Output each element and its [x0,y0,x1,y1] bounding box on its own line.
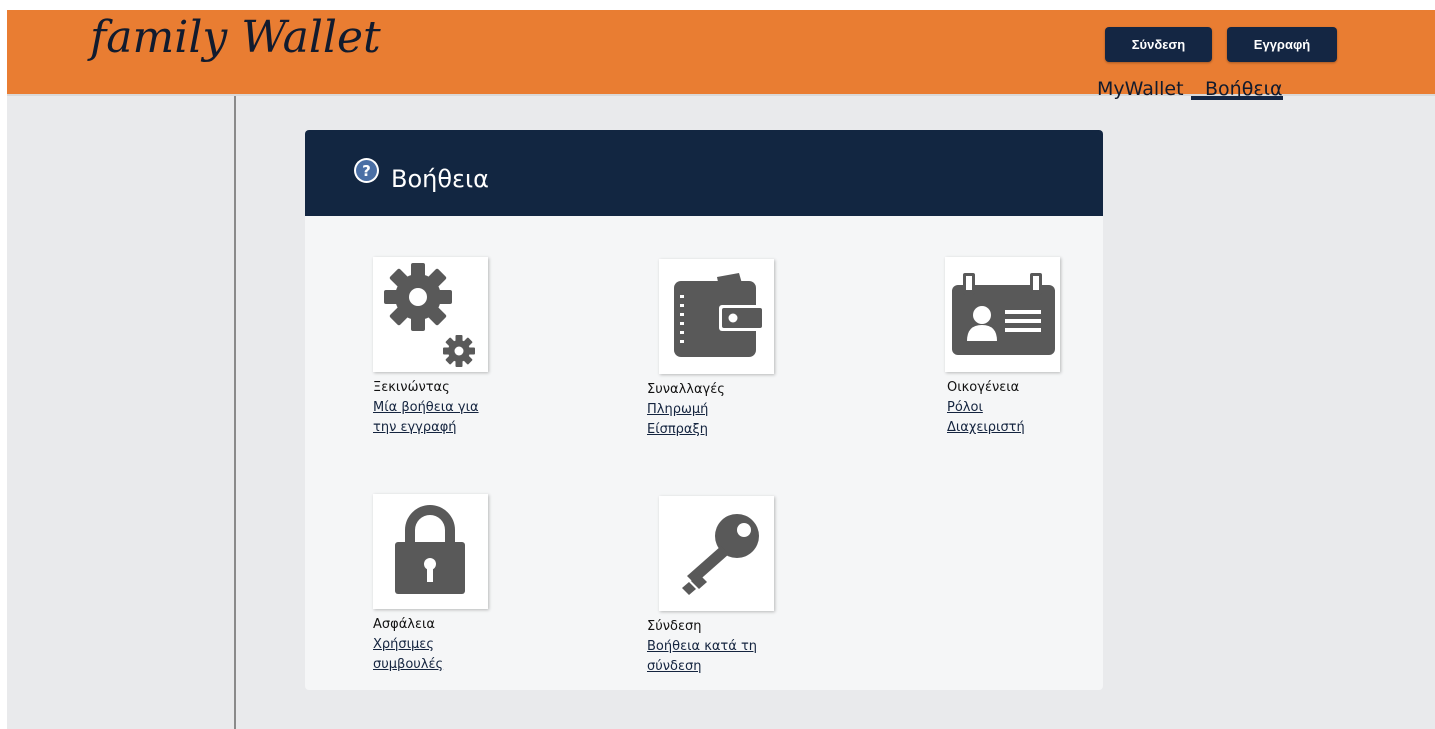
lock-icon [395,505,465,594]
topic-getting-started-tile[interactable] [373,257,488,372]
topic-getting-started-link-2[interactable]: την εγγραφή [373,418,457,438]
topic-family-title: Οικογένεια [947,380,1020,395]
id-card-icon [952,273,1055,355]
topic-login-link-1[interactable]: Βοήθεια κατά τη [647,637,757,657]
wallet-icon [674,273,765,357]
gears-icon [384,263,475,367]
topic-login-link-2[interactable]: σύνδεση [647,657,701,677]
topic-getting-started-link-1[interactable]: Μία βοήθεια για [373,398,479,418]
topic-login-title: Σύνδεση [647,619,702,634]
topic-family-link-1[interactable]: Ρόλοι [947,398,983,418]
topic-security-link-1[interactable]: Χρήσιμες [373,635,434,655]
svg-text:?: ? [362,162,371,180]
topic-transactions-title: Συναλλαγές [647,382,725,397]
nav-item-mywallet[interactable]: MyWallet [1097,78,1184,100]
topic-getting-started-title: Ξεκινώντας [373,380,450,395]
topic-family-link-2[interactable]: Διαχειριστή [947,418,1025,438]
topic-transactions-link-1[interactable]: Πληρωμή [647,400,708,420]
topic-transactions-tile[interactable] [659,259,774,374]
topic-transactions-link-2[interactable]: Είσπραξη [647,420,708,440]
key-icon [682,514,759,595]
help-panel-header: ? Βοήθεια [305,130,1103,216]
topic-security-link-2[interactable]: συμβουλές [373,655,443,675]
page-title: Βοήθεια [391,165,489,193]
topic-login-tile[interactable] [659,496,774,611]
sidebar-divider [234,96,236,729]
login-button[interactable]: Σύνδεση [1105,27,1212,62]
topic-security-title: Ασφάλεια [373,617,435,632]
register-button[interactable]: Εγγραφή [1227,27,1337,62]
brand-logo[interactable]: family Wallet [90,12,381,63]
question-circle-icon: ? [354,158,379,183]
help-panel: ? Βοήθεια Ξεκινώντας Μία βοήθεια για την… [305,130,1103,690]
topic-family-tile[interactable] [945,257,1060,372]
top-header: family Wallet Σύνδεση Εγγραφή MyWallet Β… [7,10,1435,100]
topic-security-tile[interactable] [373,494,488,609]
active-nav-indicator [1191,96,1283,100]
